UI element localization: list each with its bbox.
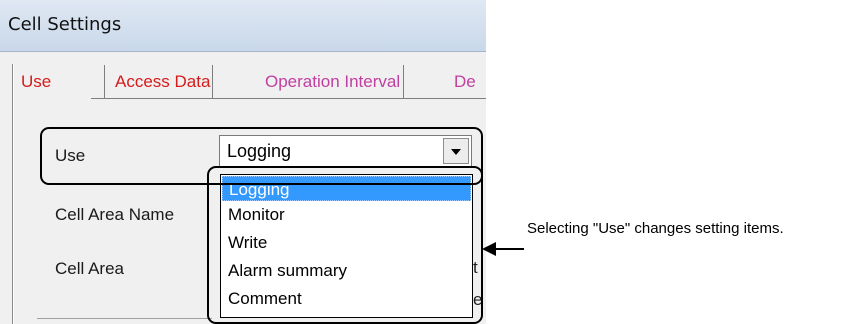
callout-arrow-line [495, 248, 524, 250]
annotation-text: Selecting "Use" changes setting items. [527, 220, 784, 237]
cell-area-name-label: Cell Area Name [55, 205, 175, 224]
tab-operation-interval[interactable]: Operation Interval [257, 65, 405, 99]
tab-de-partial[interactable]: De [445, 65, 476, 99]
callout-frame-list [207, 166, 483, 324]
window-title: Cell Settings [8, 14, 122, 35]
cell-settings-window: Cell Settings Use Access Data Operation … [0, 0, 486, 324]
cell-area-label: Cell Area [55, 259, 124, 278]
title-bar[interactable]: Cell Settings [0, 0, 486, 52]
tab-underline [91, 98, 486, 99]
arrow-left-icon [482, 242, 496, 256]
tab-access-data[interactable]: Access Data [104, 65, 214, 99]
group-divider [37, 318, 212, 319]
tab-panel-highlight [13, 64, 14, 324]
tab-use[interactable]: Use [13, 65, 97, 99]
